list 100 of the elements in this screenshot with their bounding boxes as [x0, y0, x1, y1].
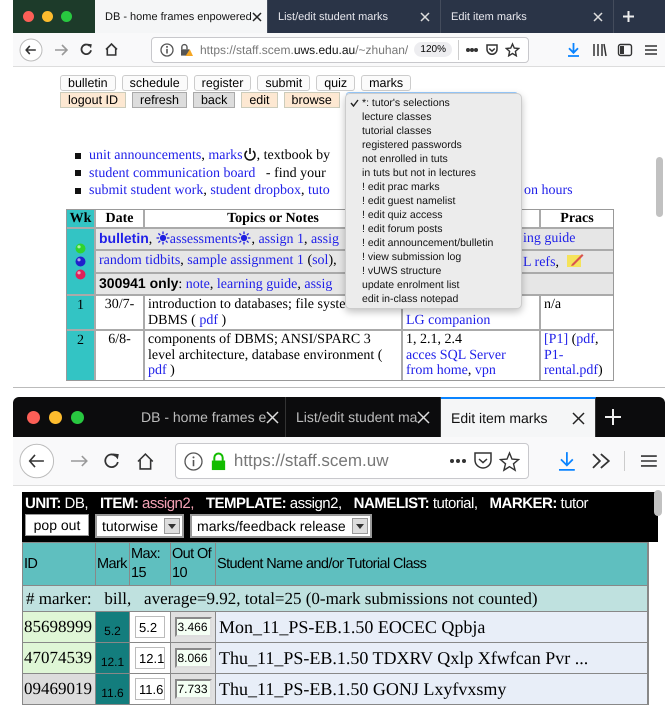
link[interactable]: student communication board	[89, 166, 256, 180]
link[interactable]: L refs	[523, 255, 556, 270]
menu-item[interactable]: ! edit prac marks	[346, 180, 521, 194]
menu-item[interactable]: ! view submission log	[346, 250, 521, 264]
pocket-icon[interactable]	[485, 42, 499, 56]
nav-button[interactable]: register	[194, 75, 252, 91]
link[interactable]: pdf	[576, 332, 595, 347]
reload-icon[interactable]	[79, 42, 94, 57]
link[interactable]: tuto	[308, 183, 330, 198]
notepad-icon[interactable]	[566, 252, 584, 268]
close-window-button[interactable]	[27, 410, 40, 424]
link[interactable]: random tidbits	[99, 253, 180, 268]
link[interactable]: P1-	[544, 348, 564, 362]
download-icon[interactable]	[566, 42, 581, 57]
link[interactable]: assig	[304, 277, 332, 292]
more-icon[interactable]	[448, 458, 467, 464]
menu-item[interactable]: ! edit announcement/bulletin	[346, 236, 521, 250]
close-window-button[interactable]	[23, 11, 34, 22]
lock-warning-icon[interactable]	[180, 42, 194, 56]
link[interactable]: [P1]	[544, 332, 568, 347]
nav-button[interactable]: refresh	[132, 92, 187, 108]
more-icon[interactable]	[465, 46, 479, 52]
address-bar[interactable]: https://staff.scem.uw	[174, 443, 529, 479]
sidebar-icon[interactable]	[617, 42, 633, 58]
scaled-mark-field[interactable]: 7.733	[174, 679, 212, 699]
home-icon[interactable]	[104, 42, 119, 57]
link[interactable]: sample assignment 1	[187, 253, 304, 268]
star-icon[interactable]	[498, 450, 520, 472]
link[interactable]: pdf	[148, 363, 167, 378]
info-icon[interactable]	[160, 42, 174, 56]
select-dropdown[interactable]: marks/feedback release	[190, 514, 372, 538]
home-icon[interactable]	[136, 452, 155, 470]
link[interactable]: learning guide	[216, 277, 298, 292]
nav-button[interactable]: marks	[361, 75, 412, 91]
link[interactable]: bulletin	[99, 230, 149, 246]
address-bar[interactable]: https://staff.scem.uws.edu.au/~zhuhan/ 120%	[151, 36, 529, 62]
menu-item[interactable]: not enrolled in tuts	[346, 152, 521, 166]
nav-button[interactable]: schedule	[122, 75, 188, 91]
link[interactable]: assign 1	[258, 232, 304, 247]
nav-button[interactable]: browse	[284, 92, 340, 108]
menu-item[interactable]: ! edit guest namelist	[346, 194, 521, 208]
nav-button[interactable]: logout ID	[60, 92, 126, 108]
close-icon[interactable]	[252, 12, 262, 22]
nav-button[interactable]: bulletin	[60, 75, 116, 91]
link[interactable]: student dropbox	[210, 183, 301, 198]
mark-input[interactable]: 5.2	[135, 616, 165, 638]
scaled-mark-field[interactable]: 3.466	[174, 617, 212, 637]
info-icon[interactable]	[184, 452, 203, 470]
link[interactable]: pdf	[199, 312, 218, 328]
link[interactable]: rental.pdf	[544, 363, 598, 378]
link[interactable]: note	[186, 277, 210, 292]
mark-input[interactable]: 12.1	[135, 647, 165, 669]
pop-out-button[interactable]: pop out	[25, 514, 89, 536]
link[interactable]: from home	[406, 363, 468, 378]
menu-item[interactable]: lecture classes	[346, 110, 521, 124]
browser-tab[interactable]: Edit item marks	[441, 397, 596, 437]
select-dropdown[interactable]: tutorwise	[95, 514, 184, 538]
menu-item[interactable]: update enrolment list	[346, 278, 521, 292]
link[interactable]: on hours	[524, 183, 573, 198]
scrollbar-thumb[interactable]	[654, 490, 662, 516]
nav-button[interactable]: quiz	[316, 75, 356, 91]
new-tab-icon[interactable]	[622, 10, 635, 23]
menu-item[interactable]: in tuts but not in lectures	[346, 166, 521, 180]
star-icon[interactable]	[505, 42, 520, 57]
browser-tab[interactable]: DB - home frames enpowered	[95, 0, 268, 33]
scrollbar-thumb[interactable]	[656, 157, 663, 217]
back-icon[interactable]	[19, 38, 43, 62]
link[interactable]: acces SQL Server	[406, 348, 506, 362]
link[interactable]: ing guide	[523, 231, 576, 246]
link[interactable]: submit student work	[89, 183, 204, 198]
pocket-icon[interactable]	[472, 451, 493, 471]
scaled-mark-field[interactable]: 8.066	[174, 648, 212, 668]
menu-item[interactable]: registered passwords	[346, 138, 521, 152]
link[interactable]: marks	[208, 148, 243, 163]
close-icon[interactable]	[572, 412, 585, 424]
forward-icon[interactable]	[53, 42, 69, 58]
back-icon[interactable]	[19, 443, 55, 479]
link[interactable]: assig	[310, 232, 339, 247]
minimize-window-button[interactable]	[42, 11, 53, 22]
zoom-badge[interactable]: 120%	[414, 42, 452, 57]
zoom-window-button[interactable]	[61, 11, 72, 22]
menu-item[interactable]: ! vUWS structure	[346, 264, 521, 278]
nav-button[interactable]: submit	[257, 75, 310, 91]
download-icon[interactable]	[556, 451, 577, 471]
link[interactable]: assessments	[170, 232, 238, 247]
overflow-chevrons-icon[interactable]	[590, 451, 610, 471]
link[interactable]: unit announcements	[89, 148, 202, 163]
zoom-window-button[interactable]	[71, 410, 84, 424]
mark-input[interactable]: 11.6	[135, 678, 165, 700]
nav-button[interactable]: edit	[241, 92, 278, 108]
new-tab-icon[interactable]	[604, 408, 622, 426]
link[interactable]: vpn	[474, 363, 496, 378]
nav-button[interactable]: back	[192, 92, 236, 108]
table-cell: 6/8-	[96, 331, 143, 380]
menu-item[interactable]: tutorial classes	[346, 124, 521, 138]
menu-item[interactable]: *: tutor's selections	[346, 96, 521, 110]
minimize-window-button[interactable]	[49, 410, 62, 424]
menu-item[interactable]: edit in-class notepad	[346, 292, 521, 306]
link[interactable]: sol	[312, 253, 328, 268]
library-icon[interactable]	[591, 42, 607, 58]
